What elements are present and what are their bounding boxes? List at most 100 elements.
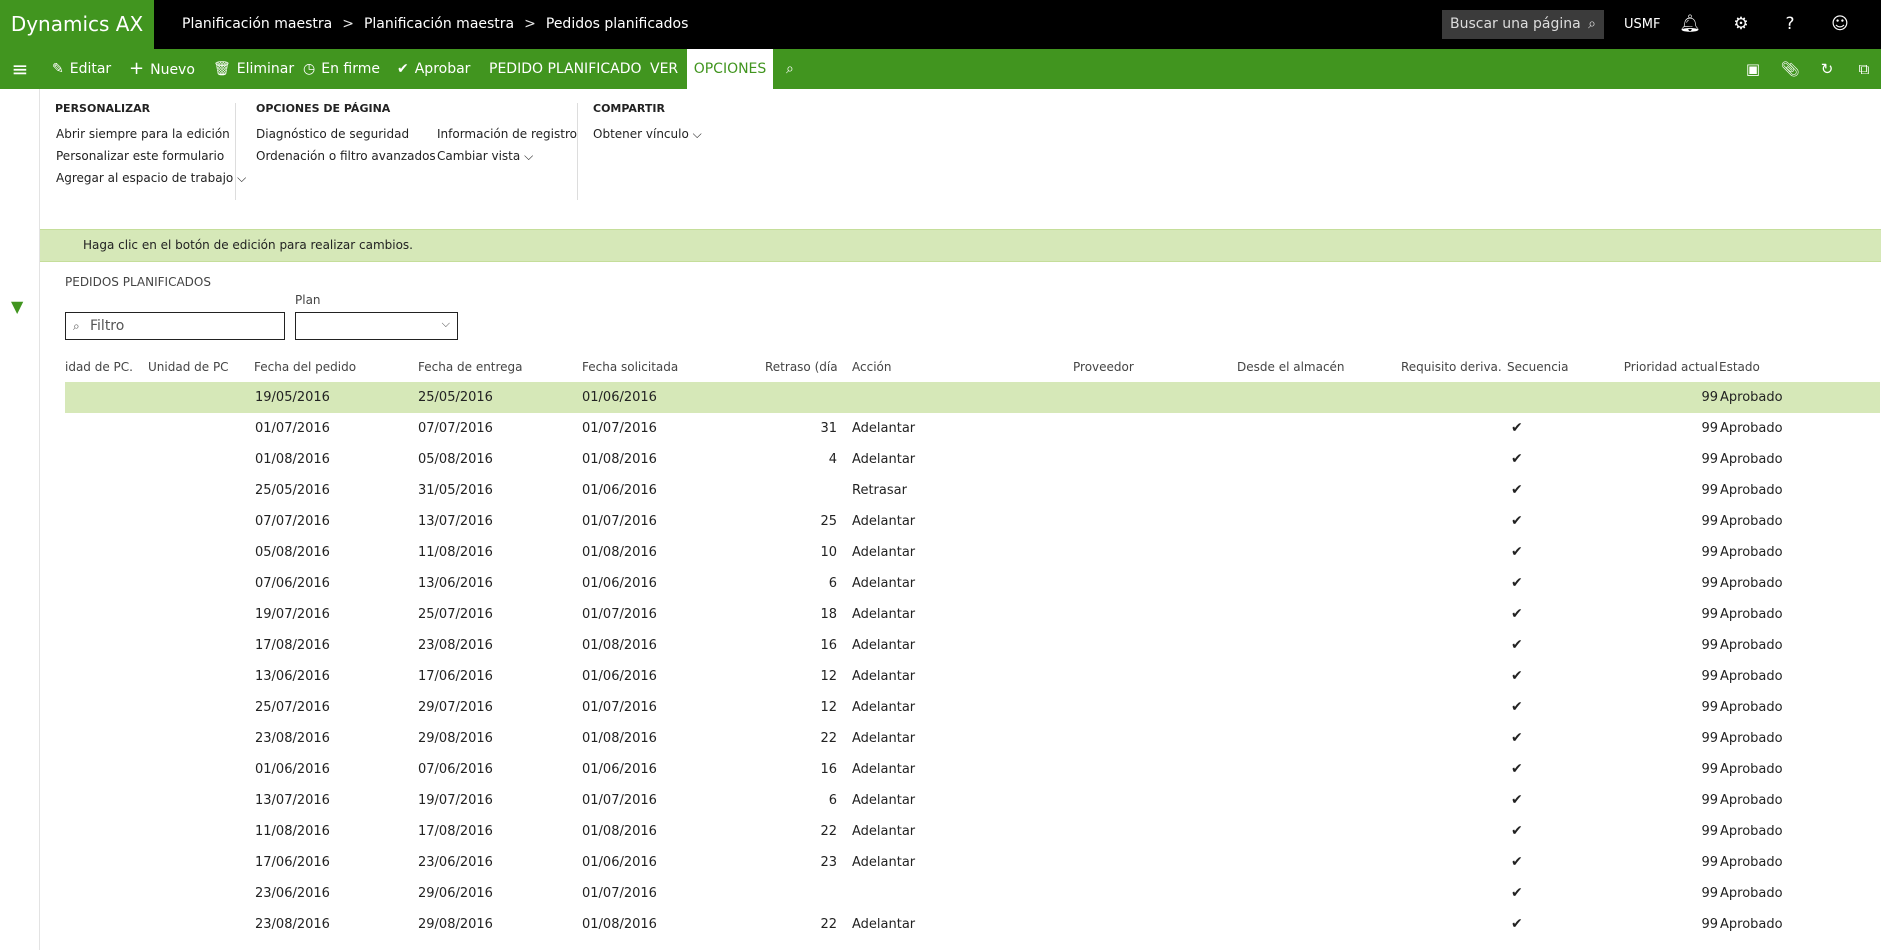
table-cell: Aprobado — [1720, 390, 1783, 405]
table-cell: 99 — [1701, 452, 1718, 467]
open-new-window-icon[interactable]: ⧉ — [1849, 49, 1879, 89]
table-cell: 99 — [1701, 421, 1718, 436]
record-info-link[interactable]: Información de registro — [437, 127, 577, 141]
pencil-icon: ✎ — [52, 61, 64, 77]
tab-planned-order[interactable]: PEDIDO PLANIFICADO — [489, 49, 642, 89]
security-diagnostics-link[interactable]: Diagnóstico de seguridad — [256, 127, 409, 141]
table-cell: Aprobado — [1720, 886, 1783, 901]
check-icon: ✔ — [1511, 916, 1523, 932]
column-header[interactable]: Estado — [1719, 355, 1819, 379]
table-cell: Adelantar — [852, 638, 916, 653]
table-cell: 99 — [1701, 762, 1718, 777]
column-header[interactable]: Fecha solicitada — [582, 355, 732, 379]
table-cell: 01/06/2016 — [582, 855, 657, 870]
personalize-form-link[interactable]: Personalizar este formulario — [56, 149, 224, 163]
table-row[interactable]: 23/08/2016 29/08/2016 01/08/2016 22 Adelanta… — [65, 909, 1880, 940]
table-cell: 19/07/2016 — [418, 793, 493, 808]
plan-select[interactable]: ⌵ — [295, 312, 458, 340]
new-button[interactable]: + Nuevo — [129, 49, 195, 89]
grid-filter-input[interactable]: ⌕ Filtro — [65, 312, 285, 340]
column-header[interactable]: Acción — [852, 355, 1052, 379]
table-cell: 29/07/2016 — [418, 700, 493, 715]
table-row[interactable]: 23/08/2016 29/08/2016 01/08/2016 22 Adelanta… — [65, 723, 1880, 754]
breadcrumb-item[interactable]: Planificación maestra — [364, 16, 514, 32]
table-row[interactable]: 25/05/2016 31/05/2016 01/06/2016 Retrasar ✔ 9… — [65, 475, 1880, 506]
check-icon: ✔ — [1511, 761, 1523, 777]
trash-icon: 🗑︎ — [213, 61, 231, 77]
office-icon[interactable]: ▣ — [1738, 49, 1768, 89]
table-cell: Aprobado — [1720, 545, 1783, 560]
column-header[interactable]: Fecha del pedido — [254, 355, 404, 379]
table-row[interactable]: 01/06/2016 07/06/2016 01/06/2016 16 Adelanta… — [65, 754, 1880, 785]
table-row[interactable]: 19/05/2016 25/05/2016 01/06/2016 99 Aprobado — [65, 382, 1880, 413]
table-cell: Adelantar — [852, 514, 916, 529]
column-header[interactable]: Requisito deriva... — [1401, 355, 1501, 379]
table-cell: 16 — [820, 762, 837, 777]
filter-icon[interactable]: ▼ — [11, 297, 23, 316]
column-header[interactable]: Prioridad actual — [1615, 355, 1718, 379]
table-row[interactable]: 13/06/2016 17/06/2016 01/06/2016 12 Adelanta… — [65, 661, 1880, 692]
column-header[interactable]: Unidad de PC — [148, 355, 238, 379]
change-view-dropdown[interactable]: Cambiar vista ⌵ — [437, 149, 533, 164]
attachment-icon[interactable]: 📎︎ — [1775, 49, 1805, 89]
delete-button[interactable]: 🗑︎ Eliminar — [213, 49, 294, 89]
search-icon[interactable]: ⌕ — [786, 49, 794, 89]
table-row[interactable]: 01/08/2016 05/08/2016 01/08/2016 4 Adelantar… — [65, 444, 1880, 475]
company-picker[interactable]: USMF — [1624, 0, 1660, 49]
table-cell: 23/08/2016 — [255, 731, 330, 746]
approve-button[interactable]: ✔ Aprobar — [397, 49, 470, 89]
table-row[interactable]: 23/06/2016 29/06/2016 01/07/2016 ✔ 99 Aprobad… — [65, 878, 1880, 909]
edit-button[interactable]: ✎ Editar — [52, 49, 111, 89]
table-cell: 01/07/2016 — [582, 421, 657, 436]
get-link-dropdown[interactable]: Obtener vínculo ⌵ — [593, 127, 702, 142]
table-cell: 22 — [820, 917, 837, 932]
table-cell: Aprobado — [1720, 452, 1783, 467]
tab-view[interactable]: VER — [650, 49, 678, 89]
breadcrumb-item: Pedidos planificados — [545, 16, 689, 32]
table-row[interactable]: 17/08/2016 23/08/2016 01/08/2016 16 Adelanta… — [65, 630, 1880, 661]
column-header[interactable]: Proveedor — [1073, 355, 1223, 379]
add-to-workspace-dropdown[interactable]: Agregar al espacio de trabajo ⌵ — [56, 171, 246, 186]
page-search-input[interactable]: Buscar una página ⌕ — [1442, 10, 1604, 39]
table-row[interactable]: 07/07/2016 13/07/2016 01/07/2016 25 Adelanta… — [65, 506, 1880, 537]
check-icon: ✔ — [1511, 730, 1523, 746]
table-cell: 99 — [1701, 514, 1718, 529]
breadcrumb-item[interactable]: Planificación maestra — [182, 16, 332, 32]
tab-options[interactable]: OPCIONES — [687, 49, 773, 89]
bell-icon[interactable]: 🔔︎ — [1675, 0, 1705, 49]
table-cell: 01/08/2016 — [582, 638, 657, 653]
chevron-down-icon: ⌵ — [524, 149, 534, 163]
smiley-icon[interactable]: ☺ — [1825, 0, 1855, 49]
check-icon: ✔ — [1511, 544, 1523, 560]
gear-icon[interactable]: ⚙ — [1726, 0, 1756, 49]
table-row[interactable]: 11/08/2016 17/08/2016 01/08/2016 22 Adelanta… — [65, 816, 1880, 847]
help-icon[interactable]: ? — [1775, 0, 1805, 49]
table-cell: 17/06/2016 — [418, 669, 493, 684]
refresh-icon[interactable]: ↻ — [1812, 49, 1842, 89]
always-open-edit-link[interactable]: Abrir siempre para la edición — [56, 127, 230, 141]
search-placeholder: Buscar una página — [1450, 16, 1581, 32]
column-header[interactable]: Secuencia — [1507, 355, 1607, 379]
table-row[interactable]: 25/07/2016 29/07/2016 01/07/2016 12 Adelanta… — [65, 692, 1880, 723]
column-header[interactable]: Fecha de entrega — [418, 355, 568, 379]
table-cell: 16 — [820, 638, 837, 653]
column-header[interactable]: idad de PC... — [65, 355, 133, 379]
table-row[interactable]: 13/07/2016 19/07/2016 01/07/2016 6 Adelantar… — [65, 785, 1880, 816]
firm-button[interactable]: ◷ En firme — [303, 49, 380, 89]
hamburger-menu-icon[interactable]: ≡ — [0, 49, 40, 89]
table-row[interactable]: 01/07/2016 07/07/2016 01/07/2016 31 Adelanta… — [65, 413, 1880, 444]
table-row[interactable]: 05/08/2016 11/08/2016 01/08/2016 10 Adelanta… — [65, 537, 1880, 568]
table-cell: 01/06/2016 — [255, 762, 330, 777]
ribbon-group-title: OPCIONES DE PÁGINA — [256, 102, 391, 115]
table-cell: 11/08/2016 — [418, 545, 493, 560]
advanced-filter-link[interactable]: Ordenación o filtro avanzados — [256, 149, 436, 163]
column-header[interactable]: Retraso (días) — [765, 355, 837, 379]
column-header[interactable]: Desde el almacén — [1237, 355, 1387, 379]
search-icon[interactable]: ⌕ — [1588, 10, 1596, 39]
table-row[interactable]: 17/06/2016 23/06/2016 01/06/2016 23 Adelanta… — [65, 847, 1880, 878]
table-row[interactable]: 19/07/2016 25/07/2016 01/07/2016 18 Adelanta… — [65, 599, 1880, 630]
app-brand[interactable]: Dynamics AX — [0, 0, 154, 49]
table-cell: 23/08/2016 — [418, 638, 493, 653]
table-row[interactable]: 07/06/2016 13/06/2016 01/06/2016 6 Adelantar… — [65, 568, 1880, 599]
table-cell: Adelantar — [852, 855, 916, 870]
